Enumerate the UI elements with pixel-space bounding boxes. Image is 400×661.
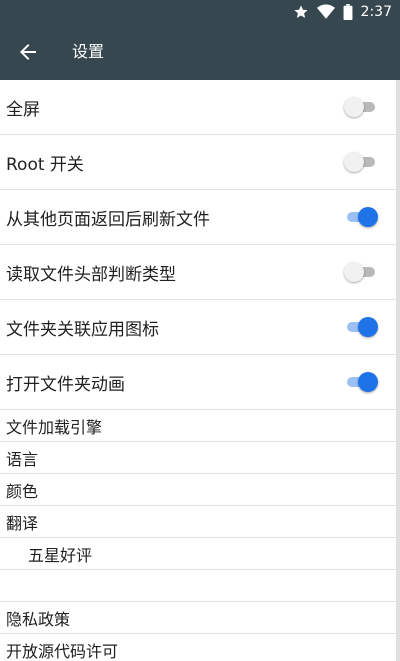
setting-fullscreen[interactable]: 全屏: [0, 80, 396, 135]
setting-label: Root 开关: [6, 154, 84, 175]
battery-icon: [343, 4, 353, 20]
clock-time: 2:37: [360, 4, 392, 20]
read-file-header-switch[interactable]: [344, 261, 378, 283]
switch-thumb: [344, 152, 364, 172]
setting-translate[interactable]: 翻译: [0, 506, 396, 538]
setting-root[interactable]: Root 开关: [0, 135, 396, 190]
setting-label: 翻译: [6, 513, 39, 533]
switch-thumb: [344, 97, 364, 117]
switch-thumb: [344, 262, 364, 282]
root-switch[interactable]: [344, 151, 378, 173]
switch-thumb: [358, 372, 378, 392]
setting-label: 文件加载引擎: [6, 417, 103, 437]
setting-label: 隐私政策: [6, 609, 71, 629]
setting-color[interactable]: 颜色: [0, 474, 396, 506]
wifi-icon: [316, 4, 335, 20]
star-icon: [293, 4, 309, 20]
folder-app-icon-switch[interactable]: [344, 316, 378, 338]
setting-label: 颜色: [6, 481, 39, 501]
setting-rate-five-stars[interactable]: 五星好评: [0, 538, 396, 570]
setting-label: 读取文件头部判断类型: [6, 264, 176, 285]
app-bar: 设置: [0, 24, 400, 80]
setting-label: 语言: [6, 449, 39, 469]
setting-refresh-on-return[interactable]: 从其他页面返回后刷新文件: [0, 190, 396, 245]
setting-read-file-header[interactable]: 读取文件头部判断类型: [0, 245, 396, 300]
setting-privacy-policy[interactable]: 隐私政策: [0, 602, 396, 634]
folder-animation-switch[interactable]: [344, 371, 378, 393]
setting-label: 五星好评: [28, 545, 93, 565]
setting-folder-app-icon[interactable]: 文件夹关联应用图标: [0, 300, 396, 355]
setting-label: 开放源代码许可: [6, 641, 119, 661]
setting-empty-row: [0, 570, 396, 602]
setting-label: 打开文件夹动画: [6, 374, 125, 395]
setting-label: 从其他页面返回后刷新文件: [6, 209, 210, 230]
fullscreen-switch[interactable]: [344, 96, 378, 118]
settings-list: 全屏 Root 开关 从其他页面返回后刷新文件 读取文件头部判断类型 文件夹关联…: [0, 80, 396, 661]
setting-label: 全屏: [6, 99, 40, 120]
switch-thumb: [358, 317, 378, 337]
scrollbar[interactable]: [396, 80, 400, 661]
setting-language[interactable]: 语言: [0, 442, 396, 474]
switch-thumb: [358, 207, 378, 227]
page-title: 设置: [72, 42, 105, 61]
setting-folder-animation[interactable]: 打开文件夹动画: [0, 355, 396, 410]
arrow-left-icon[interactable]: [16, 40, 40, 64]
setting-label: 文件夹关联应用图标: [6, 319, 159, 340]
refresh-on-return-switch[interactable]: [344, 206, 378, 228]
status-bar: 2:37: [0, 0, 400, 24]
setting-open-source-licenses[interactable]: 开放源代码许可: [0, 634, 396, 661]
setting-file-loading-engine[interactable]: 文件加载引擎: [0, 410, 396, 442]
